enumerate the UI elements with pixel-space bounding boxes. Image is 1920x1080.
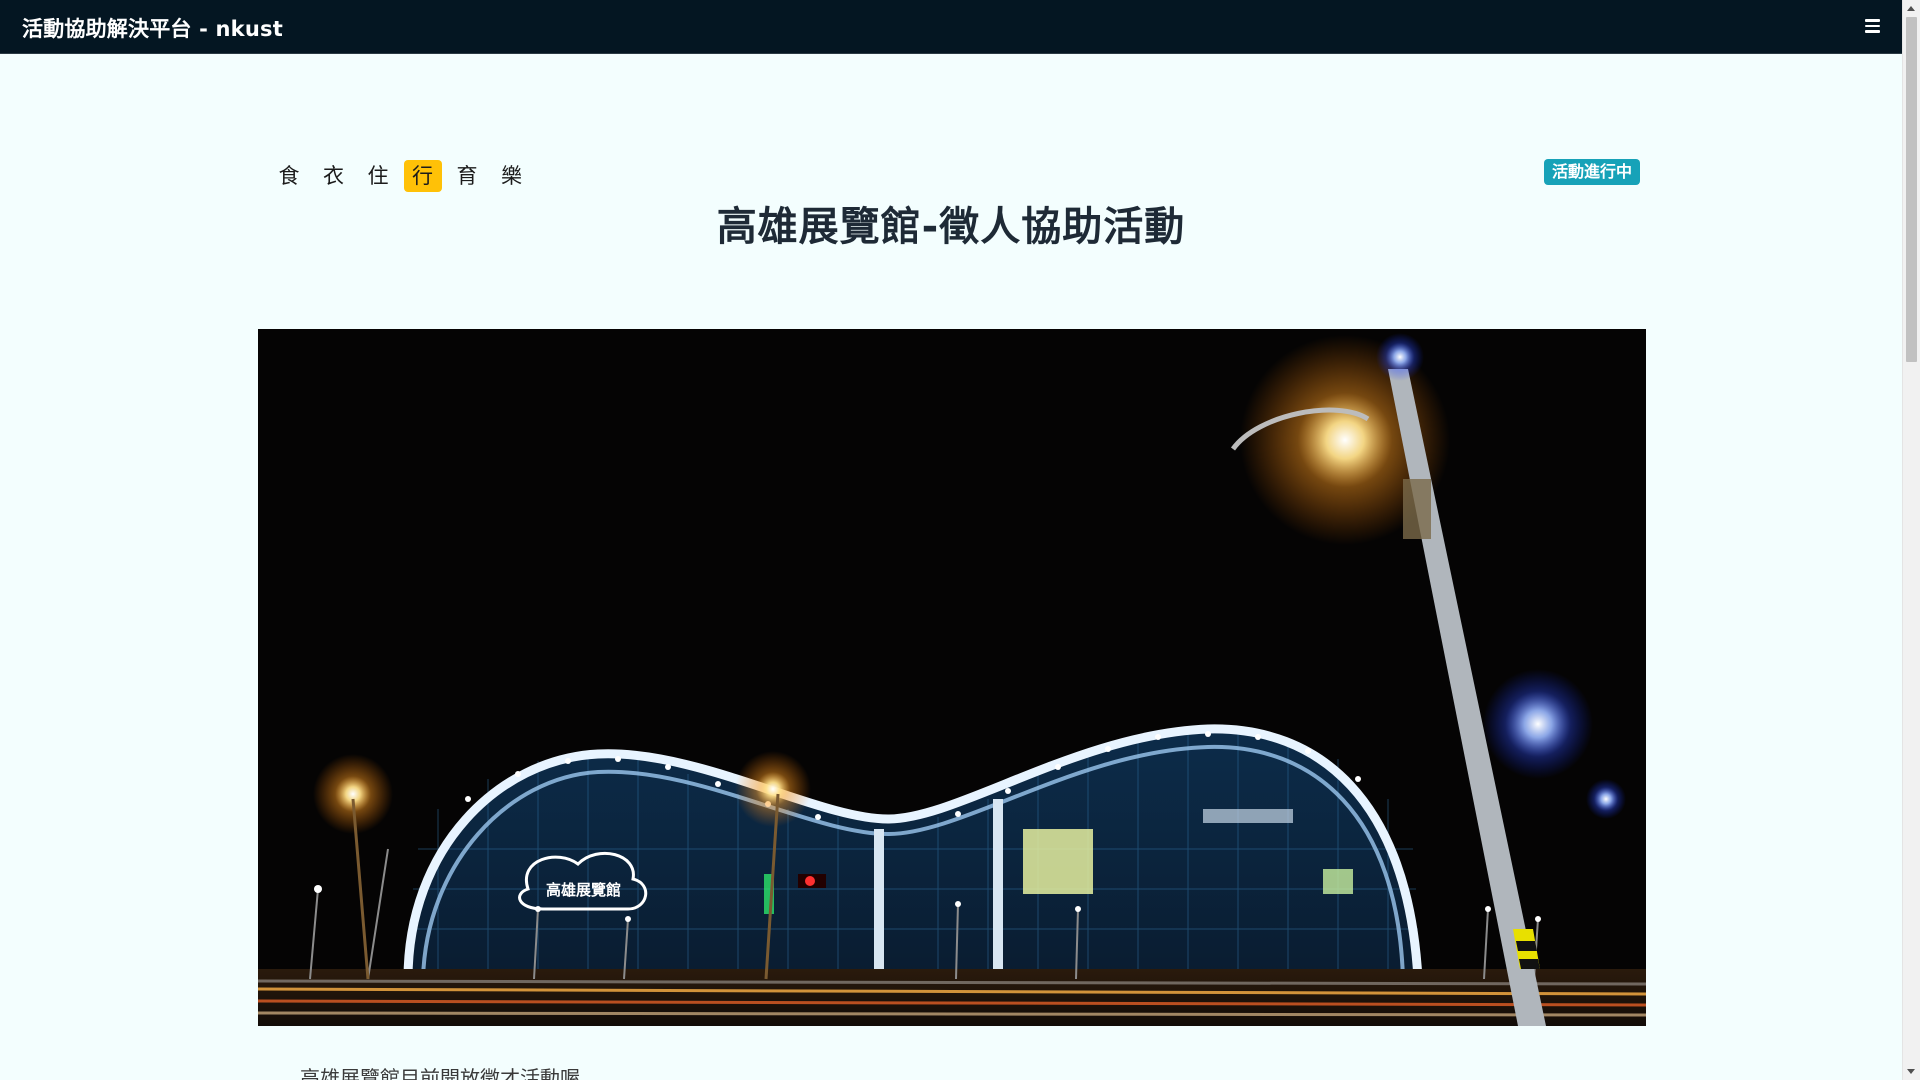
scroll-up-icon[interactable] [1907,6,1915,11]
event-description: 高雄展覽館目前開放徵才活動喔 [300,1066,580,1080]
top-navbar: 活動協助解決平台 - nkust [0,0,1902,54]
category-food[interactable]: 食 [270,160,308,192]
category-housing[interactable]: 住 [359,160,397,192]
category-nav: 食 衣 住 行 育 樂 [270,160,537,192]
building-sign-text: 高雄展覽館 [546,881,621,899]
hamburger-menu-icon[interactable] [1865,19,1880,33]
page-title: 高雄展覽館-徵人協助活動 [716,204,1186,250]
category-entertainment[interactable]: 樂 [493,160,531,192]
category-clothing[interactable]: 衣 [315,160,353,192]
vertical-scrollbar[interactable] [1902,0,1920,1080]
brand-link[interactable]: 活動協助解決平台 - nkust [22,13,283,43]
category-education[interactable]: 育 [448,160,486,192]
category-transport[interactable]: 行 [403,160,442,192]
event-hero-image: 高雄展覽館 [258,329,1646,1026]
status-badge: 活動進行中 [1544,159,1641,185]
scroll-down-icon[interactable] [1907,1069,1915,1074]
scroll-thumb[interactable] [1906,17,1917,362]
